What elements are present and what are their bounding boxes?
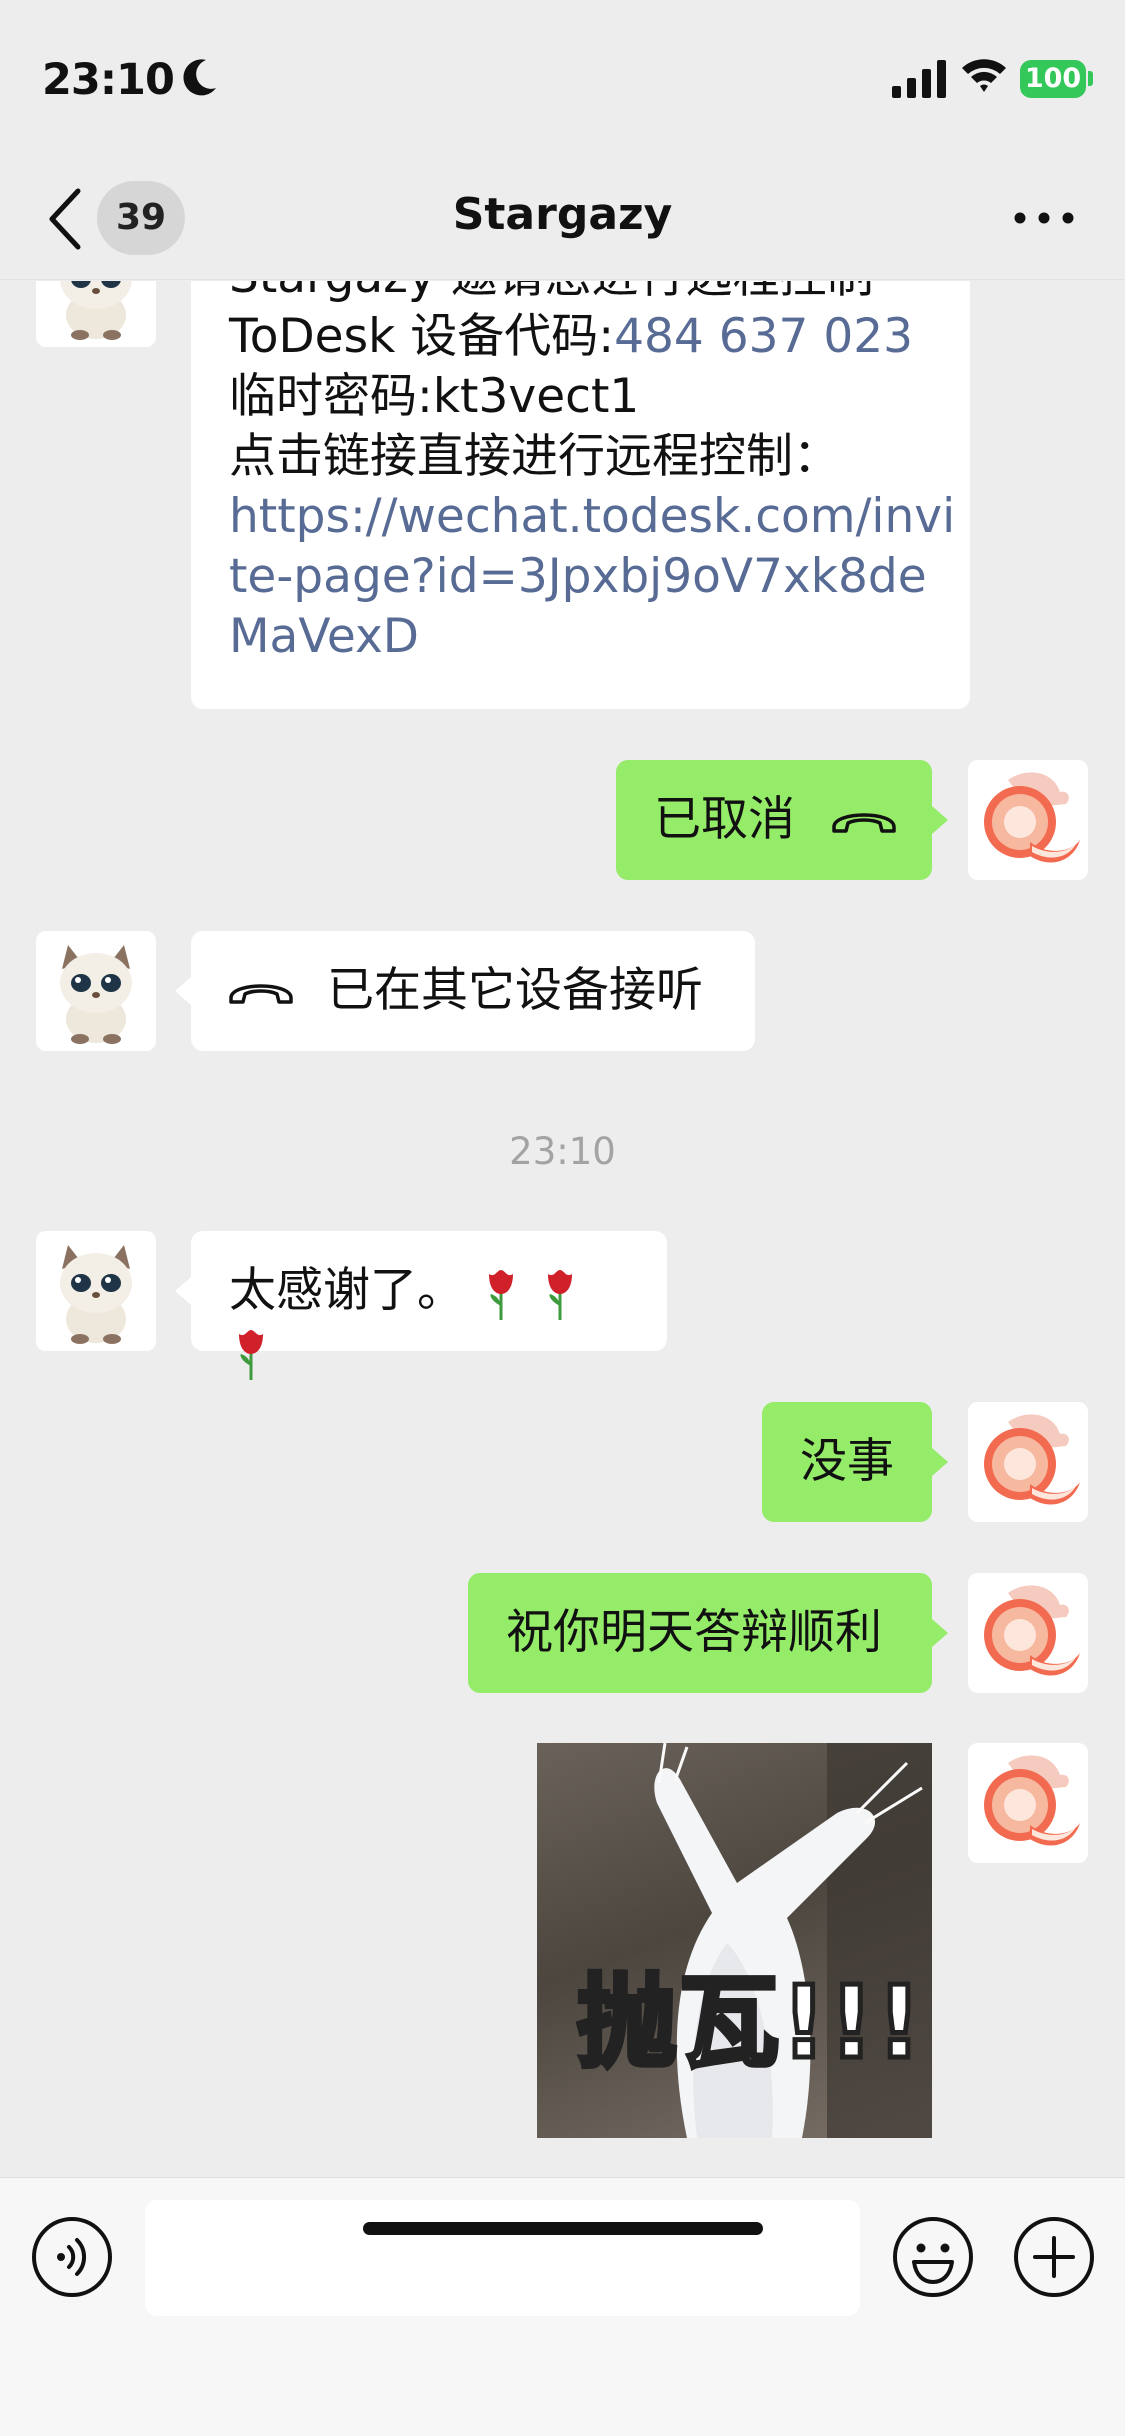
battery-icon: 100 bbox=[1020, 60, 1086, 98]
avatar[interactable] bbox=[36, 281, 156, 347]
home-indicator[interactable] bbox=[363, 2222, 763, 2235]
invite-link-2[interactable]: te-page?id=3Jpxbj9oV7xk8de bbox=[229, 547, 932, 607]
sticker-image[interactable]: 抛瓦!!! bbox=[537, 1743, 932, 2138]
voice-icon[interactable] bbox=[31, 2216, 113, 2298]
signal-icon bbox=[892, 60, 946, 98]
bubble-tail bbox=[932, 1619, 948, 1647]
cat-avatar-icon bbox=[36, 1231, 156, 1351]
invite-link-1[interactable]: https://wechat.todesk.com/invi bbox=[229, 487, 955, 547]
plus-icon[interactable] bbox=[1013, 2216, 1095, 2298]
my-avatar[interactable] bbox=[968, 1402, 1088, 1522]
peach-avatar-icon bbox=[968, 760, 1088, 880]
wifi-icon bbox=[962, 59, 1006, 92]
phone-hangup-icon bbox=[229, 984, 293, 1004]
chat-area[interactable]: Stargazy 邀请您进行远程控制 ToDesk 设备代码:484 637 0… bbox=[0, 281, 1125, 2175]
invite-line-4: 点击链接直接进行远程控制： bbox=[229, 429, 840, 484]
no-problem-bubble[interactable]: 没事 bbox=[762, 1402, 932, 1522]
peach-avatar-icon bbox=[968, 1743, 1088, 1863]
invite-line-2: ToDesk 设备代码:484 637 023 bbox=[229, 309, 914, 364]
nav-bar: 39 Stargazy bbox=[0, 165, 1125, 280]
sticker-caption: 抛瓦!!! bbox=[575, 1962, 925, 2084]
answered-elsewhere-bubble[interactable]: 已在其它设备接听 bbox=[191, 931, 755, 1051]
my-avatar[interactable] bbox=[968, 1573, 1088, 1693]
call-cancelled-bubble[interactable]: 已取消 bbox=[616, 760, 932, 880]
emoji-icon[interactable] bbox=[892, 2216, 974, 2298]
bubble-tail bbox=[175, 1277, 191, 1305]
cat-avatar-icon bbox=[36, 931, 156, 1051]
bubble-tail bbox=[175, 977, 191, 1005]
good-luck-bubble[interactable]: 祝你明天答辩顺利 bbox=[468, 1573, 932, 1693]
peach-avatar-icon bbox=[968, 1573, 1088, 1693]
message-timestamp: 23:10 bbox=[509, 1130, 616, 1173]
peach-avatar-icon bbox=[968, 1402, 1088, 1522]
my-avatar[interactable] bbox=[968, 760, 1088, 880]
moon-icon bbox=[183, 59, 216, 96]
status-bar: 23:10 100 bbox=[0, 0, 1125, 165]
invite-line-3: 临时密码:kt3vect1 bbox=[229, 369, 640, 424]
rose-icon bbox=[488, 1269, 513, 1320]
answered-elsewhere-text: 已在其它设备接听 bbox=[327, 963, 703, 1018]
battery-cap bbox=[1088, 71, 1093, 86]
no-problem-text: 没事 bbox=[800, 1434, 894, 1489]
rose-icon bbox=[239, 1330, 263, 1380]
device-code-link[interactable]: 484 637 023 bbox=[614, 309, 913, 364]
phone-hangup-icon bbox=[832, 813, 896, 833]
avatar[interactable] bbox=[36, 1231, 156, 1351]
call-cancelled-text: 已取消 bbox=[654, 792, 795, 847]
bubble-tail bbox=[932, 806, 948, 834]
good-luck-text: 祝你明天答辩顺利 bbox=[506, 1605, 882, 1660]
my-avatar[interactable] bbox=[968, 1743, 1088, 1863]
status-time: 23:10 bbox=[42, 55, 175, 105]
invite-line-1: Stargazy 邀请您进行远程控制 bbox=[229, 281, 932, 307]
chat-title: Stargazy bbox=[452, 189, 673, 240]
thanks-bubble[interactable]: 太感谢了。 bbox=[191, 1231, 667, 1380]
cat-avatar-icon bbox=[36, 281, 156, 347]
bubble-tail bbox=[932, 1448, 948, 1476]
input-bar bbox=[0, 2177, 1125, 2436]
thanks-text: 太感谢了。 bbox=[229, 1263, 464, 1318]
more-icon[interactable] bbox=[1012, 203, 1076, 233]
todesk-invite-bubble[interactable]: Stargazy 邀请您进行远程控制 ToDesk 设备代码:484 637 0… bbox=[191, 281, 970, 709]
invite-link-3[interactable]: MaVexD bbox=[229, 607, 932, 667]
rose-icon bbox=[547, 1269, 572, 1320]
avatar[interactable] bbox=[36, 931, 156, 1051]
message-input[interactable] bbox=[145, 2200, 860, 2316]
